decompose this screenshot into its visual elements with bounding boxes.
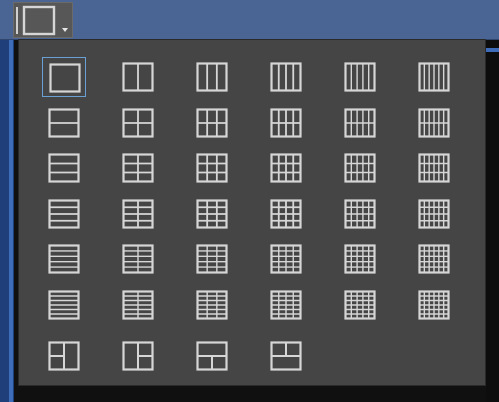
layout-4x6-icon	[418, 199, 450, 229]
layout-option-1x2[interactable]	[116, 57, 160, 97]
layout-option-1x5[interactable]	[338, 57, 382, 97]
caret-down-icon	[62, 28, 68, 32]
toolbar-separator	[16, 7, 18, 34]
layout-bottom-row-split-icon	[196, 341, 228, 371]
layout-option-4x4[interactable]	[264, 194, 308, 234]
layout-option-3x1[interactable]	[42, 148, 86, 188]
layout-option-6x4[interactable]	[264, 285, 308, 325]
layout-3x1-icon	[48, 153, 80, 183]
layout-5x6-icon	[418, 244, 450, 274]
layout-2x3-icon	[196, 108, 228, 138]
layout-option-1x4[interactable]	[264, 57, 308, 97]
left-panel-highlight	[9, 40, 13, 402]
layout-4x3-icon	[196, 199, 228, 229]
layout-4x2-icon	[122, 199, 154, 229]
layout-5x1-icon	[48, 244, 80, 274]
layout-option-2x6[interactable]	[412, 103, 456, 143]
layout-option-custom-top-row[interactable]	[264, 336, 308, 376]
layout-5x3-icon	[196, 244, 228, 274]
layout-option-4x5[interactable]	[338, 194, 382, 234]
layout-option-custom-left-col[interactable]	[42, 336, 86, 376]
layout-5x2-icon	[122, 244, 154, 274]
layout-left-column-split-icon	[48, 341, 80, 371]
layout-6x2-icon	[122, 290, 154, 320]
layout-option-4x1[interactable]	[42, 194, 86, 234]
layout-option-4x6[interactable]	[412, 194, 456, 234]
layout-4x1-icon	[48, 199, 80, 229]
layout-5x5-icon	[344, 244, 376, 274]
layout-1x2-icon	[122, 62, 154, 92]
layout-option-2x2[interactable]	[116, 103, 160, 143]
layout-option-1x6[interactable]	[412, 57, 456, 97]
layout-dropdown-button[interactable]	[13, 2, 73, 38]
right-panel-edge	[486, 40, 499, 402]
layout-top-row-split-icon	[270, 341, 302, 371]
layout-option-2x1[interactable]	[42, 103, 86, 143]
layout-3x4-icon	[270, 153, 302, 183]
layout-option-2x3[interactable]	[190, 103, 234, 143]
layout-2x2-icon	[122, 108, 154, 138]
layout-option-3x6[interactable]	[412, 148, 456, 188]
layout-option-6x6[interactable]	[412, 285, 456, 325]
layout-option-6x1[interactable]	[42, 285, 86, 325]
layout-option-5x5[interactable]	[338, 239, 382, 279]
layout-2x6-icon	[418, 108, 450, 138]
layout-3x6-icon	[418, 153, 450, 183]
layout-option-custom-right-col[interactable]	[116, 336, 160, 376]
layout-option-5x3[interactable]	[190, 239, 234, 279]
layout-option-4x3[interactable]	[190, 194, 234, 234]
layout-option-5x2[interactable]	[116, 239, 160, 279]
layout-option-1x1[interactable]	[42, 57, 86, 97]
layout-1x4-icon	[270, 62, 302, 92]
layout-option-3x5[interactable]	[338, 148, 382, 188]
layout-3x2-icon	[122, 153, 154, 183]
layout-6x6-icon	[418, 290, 450, 320]
left-panel-edge	[0, 40, 14, 402]
layout-option-5x6[interactable]	[412, 239, 456, 279]
layout-4x5-icon	[344, 199, 376, 229]
layout-6x3-icon	[196, 290, 228, 320]
layout-5x4-icon	[270, 244, 302, 274]
layout-picker-screen	[0, 0, 499, 402]
layout-6x4-icon	[270, 290, 302, 320]
layout-single-icon	[22, 5, 56, 36]
layout-6x5-icon	[344, 290, 376, 320]
layout-3x3-icon	[196, 153, 228, 183]
layout-option-5x4[interactable]	[264, 239, 308, 279]
layout-option-3x3[interactable]	[190, 148, 234, 188]
layout-option-1x3[interactable]	[190, 57, 234, 97]
layout-2x4-icon	[270, 108, 302, 138]
layout-4x4-icon	[270, 199, 302, 229]
layout-1x3-icon	[196, 62, 228, 92]
layout-dropdown-menu	[18, 39, 486, 386]
right-panel-accent	[486, 48, 499, 52]
layout-3x5-icon	[344, 153, 376, 183]
layout-6x1-icon	[48, 290, 80, 320]
layout-2x1-icon	[48, 108, 80, 138]
layout-1x1-icon	[49, 63, 81, 93]
layout-1x5-icon	[344, 62, 376, 92]
layout-1x6-icon	[418, 62, 450, 92]
layout-option-5x1[interactable]	[42, 239, 86, 279]
layout-option-6x3[interactable]	[190, 285, 234, 325]
layout-option-custom-bottom-row[interactable]	[190, 336, 234, 376]
layout-2x5-icon	[344, 108, 376, 138]
layout-option-6x2[interactable]	[116, 285, 160, 325]
layout-option-3x2[interactable]	[116, 148, 160, 188]
layout-right-column-split-icon	[122, 341, 154, 371]
layout-option-6x5[interactable]	[338, 285, 382, 325]
layout-option-4x2[interactable]	[116, 194, 160, 234]
toolbar	[0, 0, 499, 40]
layout-option-2x4[interactable]	[264, 103, 308, 143]
layout-option-2x5[interactable]	[338, 103, 382, 143]
layout-option-3x4[interactable]	[264, 148, 308, 188]
